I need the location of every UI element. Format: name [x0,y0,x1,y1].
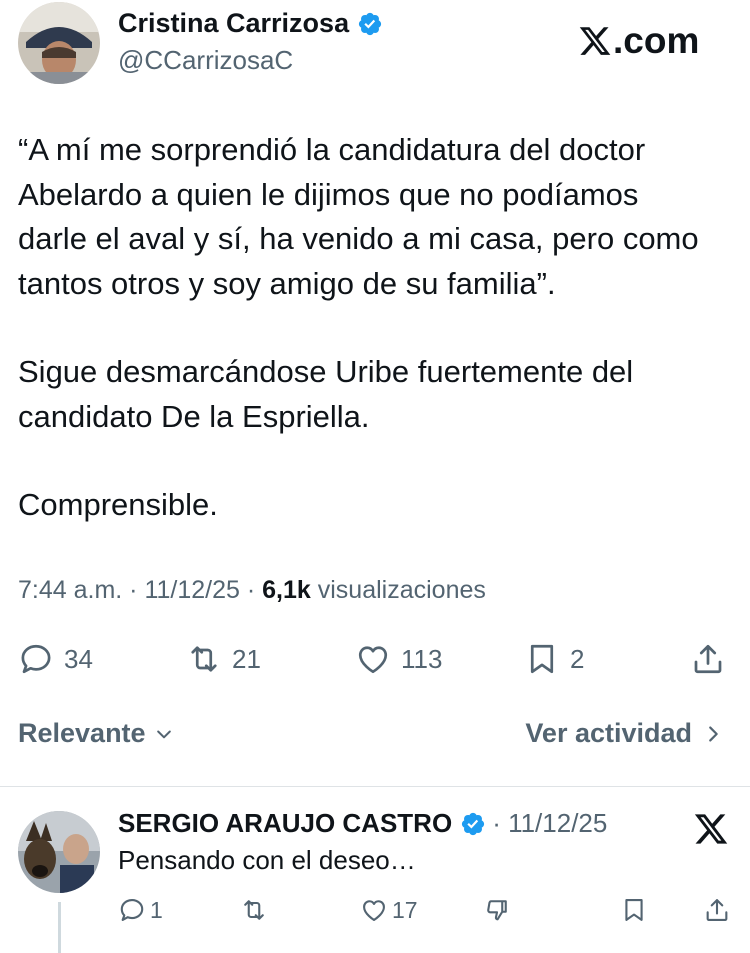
views-label: visualizaciones [310,576,486,604]
reply-date[interactable]: · 11/12/25 [492,808,607,839]
like-button[interactable]: 113 [355,636,442,682]
post-line: tantos otros y soy amigo de su familia”. [18,265,556,301]
reply-reply-count: 1 [150,896,163,923]
repost-icon [244,900,264,920]
post-text: “A mí me sorprendió la candidatura del d… [18,128,733,528]
reply-avatar[interactable] [18,811,100,893]
post-line: Sigue desmarcándose Uribe fuertemente de… [18,354,634,389]
bookmark-count: 2 [570,643,585,674]
reply-button[interactable]: 34 [18,636,93,682]
heart-icon [358,646,388,674]
sort-dropdown[interactable]: Relevante [18,718,174,749]
chevron-right-icon [709,725,718,742]
post-header: Cristina Carrizosa @CCarrizosaC .com [0,0,750,95]
author-name[interactable]: Cristina Carrizosa [118,8,349,39]
post-line: “A mí me sorprendió la candidatura del d… [18,132,646,167]
thumbs-down-icon [487,900,507,921]
post-actions: 34 21 113 2 [0,636,750,682]
reply-dislike-button[interactable] [483,893,515,927]
x-com-badge: .com [578,20,699,62]
x-logo-icon [694,814,728,844]
repost-icon [191,646,217,672]
reply-repost-button[interactable] [240,893,272,927]
reply-like-button[interactable]: 17 [360,893,418,927]
post-line: Abelardo a quien le dijimos que no podía… [18,176,639,212]
reply-icon [21,644,51,674]
views-count: 6,1k [262,576,311,604]
post-line: Comprensible. [18,487,218,522]
bookmark-button[interactable]: 2 [524,636,584,682]
x-com-text: .com [613,20,700,61]
sort-label: Relevante [18,718,146,748]
post-meta: 7:44 a.m. · 11/12/25 · 6,1k visualizacio… [18,576,486,605]
verified-badge-icon [358,12,382,35]
view-activity-link[interactable]: Ver actividad [525,718,724,749]
heart-icon [363,900,385,921]
reply-like-count: 17 [392,896,418,923]
bookmark-icon [530,644,554,674]
chevron-down-icon [156,730,171,738]
share-button[interactable] [690,636,736,682]
share-icon [694,644,722,674]
post-line: darle el aval y sí, ha venido a mi casa,… [18,221,699,256]
reply-author-name[interactable]: SERGIO ARAUJO CASTRO [118,808,452,839]
author-handle[interactable]: @CCarrizosaC [118,45,293,76]
bookmark-icon [625,899,643,921]
reply-actions: 1 17 [0,893,750,927]
like-count: 113 [401,643,443,674]
repost-count: 21 [232,643,261,674]
reply-share-button[interactable] [703,893,735,927]
reply-item[interactable]: SERGIO ARAUJO CASTRO · 11/12/25 Pensando… [0,787,750,953]
post-timestamp[interactable]: 7:44 a.m. · 11/12/25 · [18,576,262,604]
x-logo-icon [579,27,611,55]
share-icon [706,899,728,921]
reply-bookmark-button[interactable] [620,893,652,927]
view-activity-label: Ver actividad [525,718,692,748]
verified-badge-icon [462,812,485,835]
repost-button[interactable]: 21 [186,636,261,682]
reply-reply-button[interactable]: 1 [118,893,163,927]
author-avatar[interactable] [18,2,100,84]
reply-text: Pensando con el deseo… [118,845,416,875]
reply-count: 34 [64,643,93,674]
replies-sort-row: Relevante Ver actividad [0,718,750,758]
post-line: candidato De la Espriella. [18,398,370,434]
reply-icon [120,899,144,921]
